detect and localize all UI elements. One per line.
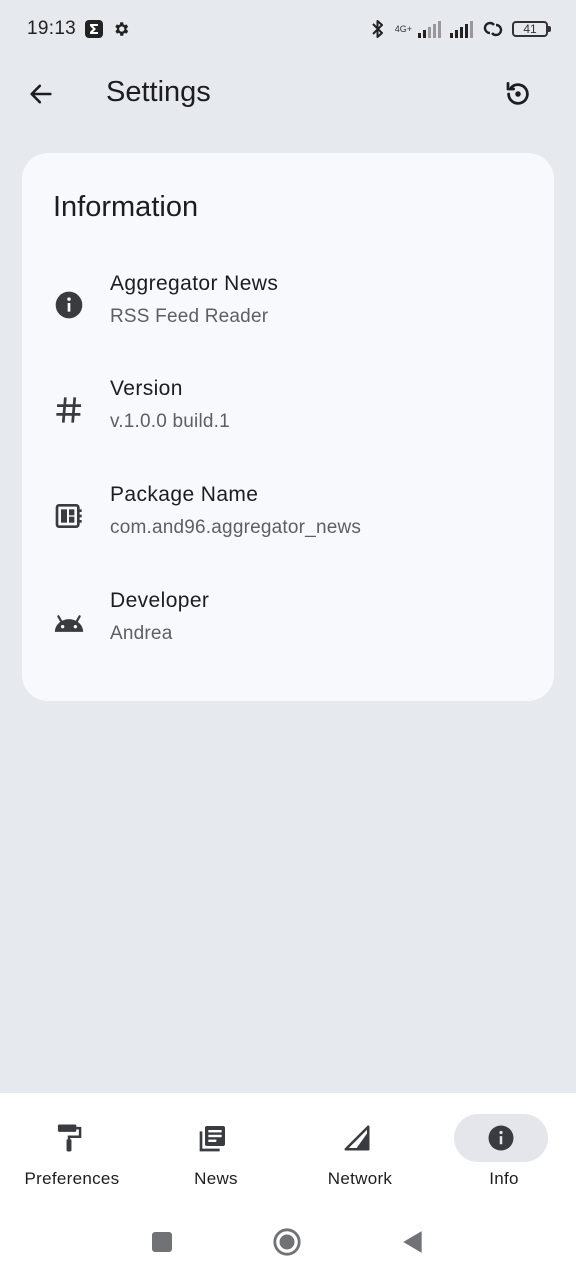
bluetooth-icon bbox=[369, 19, 387, 39]
info-icon bbox=[50, 286, 88, 324]
square-icon bbox=[152, 1232, 172, 1252]
nav-label: Preferences bbox=[24, 1169, 120, 1188]
recent-apps-button[interactable] bbox=[147, 1227, 177, 1257]
nav-label: News bbox=[194, 1169, 238, 1188]
info-item-label: Developer bbox=[110, 589, 210, 612]
sigma-app-icon bbox=[84, 19, 104, 39]
paint-roller-icon bbox=[57, 1124, 82, 1152]
nav-item-info[interactable]: Info bbox=[432, 1093, 576, 1203]
page-title: Settings bbox=[106, 76, 211, 108]
status-bar: 19:13 4G+ 41 bbox=[0, 0, 576, 58]
signal-strength-icon-2 bbox=[450, 20, 474, 38]
status-right: 4G+ 41 bbox=[369, 19, 551, 39]
home-button[interactable] bbox=[272, 1227, 302, 1257]
info-item-app-name: Aggregator News RSS Feed Reader bbox=[22, 260, 554, 350]
top-app-bar: Settings bbox=[0, 58, 576, 132]
info-item-package-name: Package Name com.and96.aggregator_news bbox=[22, 471, 554, 561]
info-item-label: Version bbox=[110, 377, 183, 400]
info-icon bbox=[488, 1125, 514, 1151]
back-nav-button[interactable] bbox=[398, 1227, 428, 1257]
signal-strength-icon-1 bbox=[418, 20, 442, 38]
status-left: 19:13 bbox=[27, 18, 130, 40]
android-icon bbox=[50, 603, 88, 641]
network-type-label: 4G+ bbox=[394, 23, 412, 34]
back-button[interactable] bbox=[20, 73, 62, 115]
info-item-value: v.1.0.0 build.1 bbox=[110, 411, 230, 432]
nav-label: Info bbox=[489, 1169, 519, 1188]
information-card: Information Aggregator News RSS Feed Rea… bbox=[22, 153, 554, 701]
nav-item-preferences[interactable]: Preferences bbox=[0, 1093, 144, 1203]
bottom-navigation: Preferences News Network Info bbox=[0, 1093, 576, 1203]
info-item-developer: Developer Andrea bbox=[22, 577, 554, 667]
info-item-value: com.and96.aggregator_news bbox=[110, 517, 362, 538]
system-navigation-bar bbox=[0, 1203, 576, 1280]
hotspot-link-icon bbox=[482, 20, 504, 38]
nav-item-news[interactable]: News bbox=[144, 1093, 288, 1203]
info-item-value: Andrea bbox=[110, 623, 173, 644]
info-item-value: RSS Feed Reader bbox=[110, 306, 269, 327]
nav-pill bbox=[310, 1114, 404, 1162]
info-item-version: Version v.1.0.0 build.1 bbox=[22, 365, 554, 455]
info-item-label: Aggregator News bbox=[110, 272, 279, 295]
battery-indicator: 41 bbox=[512, 21, 551, 37]
arrow-left-icon bbox=[30, 84, 52, 104]
nav-pill bbox=[166, 1114, 260, 1162]
card-title: Information bbox=[53, 191, 199, 223]
restore-icon bbox=[506, 82, 529, 105]
hashtag-icon bbox=[50, 391, 88, 429]
reset-settings-button[interactable] bbox=[497, 73, 539, 115]
info-item-label: Package Name bbox=[110, 483, 259, 506]
status-time: 19:13 bbox=[27, 18, 77, 39]
gear-icon bbox=[112, 20, 130, 38]
circle-icon bbox=[273, 1228, 301, 1256]
signal-icon bbox=[344, 1125, 370, 1151]
news-icon bbox=[199, 1126, 225, 1152]
nav-item-network[interactable]: Network bbox=[288, 1093, 432, 1203]
nav-label: Network bbox=[327, 1169, 393, 1188]
package-icon bbox=[50, 497, 88, 535]
nav-pill-active bbox=[454, 1114, 548, 1162]
triangle-back-icon bbox=[403, 1231, 422, 1253]
nav-pill bbox=[22, 1114, 116, 1162]
